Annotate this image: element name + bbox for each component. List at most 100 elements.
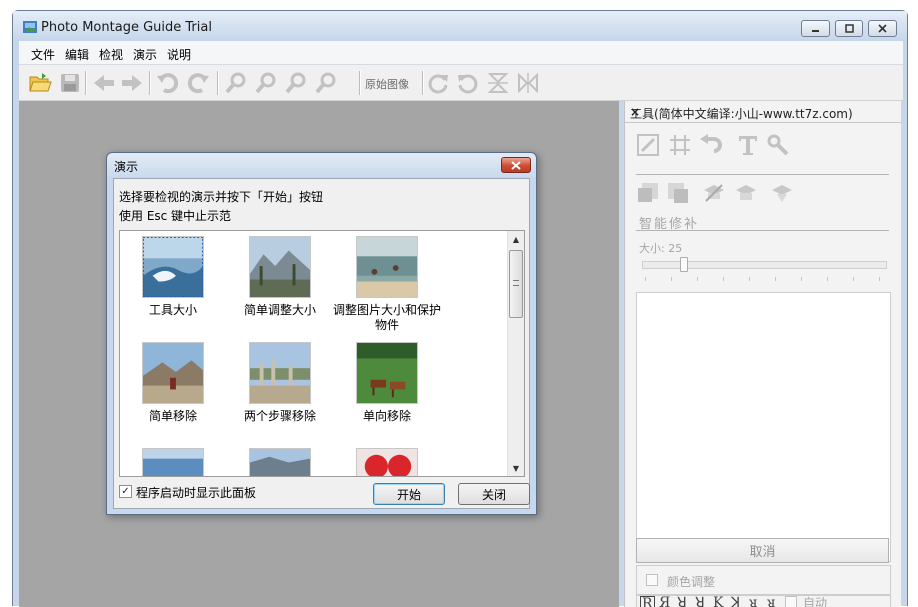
instruction-line-2: 使用 Esc 键中止示范	[119, 209, 232, 223]
mode-mirror-k-icon[interactable]: ꓘ	[731, 596, 740, 607]
window-title: Photo Montage Guide Trial	[41, 20, 212, 35]
toolbar-separator	[217, 71, 218, 95]
close-icon	[878, 24, 887, 33]
demo-dialog-close-button[interactable]	[501, 157, 531, 173]
toolbar: 原始图像	[19, 65, 903, 101]
menu-file[interactable]: 文件	[31, 46, 55, 63]
tools-panel-header: 工具(简体中文编译:小山-www.tt7z.com) ×	[625, 101, 901, 123]
mode-flip-icon[interactable]: ꓤ	[695, 596, 705, 607]
size-label: 大小: 25	[639, 242, 683, 255]
graduate-protect-icon[interactable]	[732, 179, 760, 207]
mode-r-icon[interactable]: R	[640, 596, 655, 607]
minimize-button[interactable]	[801, 20, 830, 37]
demo-item-label: 简单移除	[148, 409, 197, 423]
crop-grid-icon[interactable]	[666, 131, 694, 159]
smart-fill-icon[interactable]	[634, 179, 662, 207]
toolbar-separator	[149, 71, 150, 95]
tools-panel: 工具(简体中文编译:小山-www.tt7z.com) × 智能修补 大小: 25…	[624, 101, 901, 607]
demo-gallery: 工具大小 简单调整大小 调整图片大小和保护物件 简单移除 两个步骤移除 单向移除	[119, 230, 525, 477]
zoom-actual-icon[interactable]	[313, 70, 339, 96]
flip-vertical-icon[interactable]	[485, 70, 511, 96]
open-folder-icon[interactable]	[27, 70, 53, 96]
zoom-fit-icon[interactable]	[283, 70, 309, 96]
mode-rr-icon[interactable]: ᴚ	[749, 596, 757, 607]
demo-thumbnail	[142, 342, 204, 404]
scroll-down-arrow-icon[interactable]: ▼	[508, 460, 524, 476]
demo-thumbnail	[142, 236, 204, 298]
rotate-ccw-icon[interactable]	[455, 70, 481, 96]
demo-dialog-titlebar: 演示	[107, 153, 536, 177]
clone-fill-icon[interactable]	[664, 179, 692, 207]
zoom-in-icon[interactable]	[223, 70, 249, 96]
scroll-grip	[513, 280, 519, 286]
size-slider-thumb[interactable]	[680, 257, 688, 272]
graduate-remove-icon[interactable]	[700, 179, 728, 207]
auto-label: 自动	[803, 596, 828, 607]
show-on-startup-checkbox[interactable]: ✓	[119, 485, 132, 498]
gallery-scrollbar[interactable]: ▲ ▼	[507, 231, 524, 476]
rotate-cw-icon[interactable]	[425, 70, 451, 96]
menu-bar: 文件 编辑 检视 演示 说明	[19, 41, 903, 65]
cancel-button[interactable]: 取消	[636, 538, 889, 563]
demo-thumbnail[interactable]	[249, 448, 311, 477]
show-on-startup-label: 程序启动时显示此面板	[136, 486, 257, 500]
demo-thumbnail	[356, 236, 418, 298]
toolbar-separator	[359, 71, 360, 95]
arrow-left-icon[interactable]	[91, 70, 117, 96]
close-icon	[511, 160, 521, 170]
menu-help[interactable]: 说明	[167, 46, 191, 63]
dialog-close-button[interactable]: 关闭	[458, 483, 530, 505]
mode-mirror-r-icon[interactable]: Я	[659, 596, 670, 607]
demo-item-label: 工具大小	[148, 303, 197, 317]
demo-thumbnail[interactable]	[356, 448, 418, 477]
redo-icon[interactable]	[185, 70, 211, 96]
title-bar: Photo Montage Guide Trial	[13, 11, 907, 41]
demo-item-label: 简单调整大小	[243, 303, 316, 317]
tools-panel-close-button[interactable]: ×	[630, 105, 895, 119]
demo-thumbnail	[249, 236, 311, 298]
zoom-out-icon[interactable]	[253, 70, 279, 96]
menu-view[interactable]: 检视	[99, 46, 123, 63]
scroll-up-arrow-icon[interactable]: ▲	[508, 231, 524, 247]
toolbar-separator	[422, 71, 423, 95]
close-button[interactable]	[868, 20, 897, 37]
maximize-button[interactable]	[835, 20, 863, 37]
toolbar-separator	[85, 71, 86, 95]
brush-preview-area	[636, 292, 891, 562]
scroll-thumb[interactable]	[509, 250, 523, 318]
graduate-brush-icon[interactable]	[768, 179, 796, 207]
app-icon	[23, 21, 37, 33]
mode-rr2-icon[interactable]: ᴚ	[767, 596, 775, 607]
demo-thumbnail[interactable]	[142, 448, 204, 477]
flip-horizontal-icon[interactable]	[515, 70, 541, 96]
demo-dialog-body: 选择要检视的演示并按下「开始」按钮 使用 Esc 键中止示范 工具大小 简单调整…	[113, 178, 530, 509]
color-adjust-checkbox[interactable]	[646, 574, 658, 586]
minimize-icon	[812, 30, 819, 32]
panel-divider	[636, 174, 889, 175]
start-button[interactable]: 开始	[373, 483, 445, 505]
wrench-icon[interactable]	[764, 131, 792, 159]
demo-item-label: 单向移除	[362, 409, 411, 423]
menu-edit[interactable]: 编辑	[65, 46, 89, 63]
undo-icon[interactable]	[155, 70, 181, 96]
menu-demo[interactable]: 演示	[133, 46, 157, 63]
size-slider-track[interactable]	[642, 261, 887, 269]
text-tool-icon[interactable]	[734, 131, 762, 159]
color-adjust-group: 颜色调整	[636, 565, 891, 595]
instruction-line-1: 选择要检视的演示并按下「开始」按钮	[119, 190, 324, 204]
maximize-icon	[844, 24, 854, 33]
auto-checkbox[interactable]	[785, 596, 797, 607]
original-image-button[interactable]: 原始图像	[365, 76, 409, 92]
resize-tool-icon[interactable]	[634, 131, 662, 159]
arrow-right-icon[interactable]	[119, 70, 145, 96]
panel-divider	[636, 230, 889, 231]
demo-dialog: 演示 选择要检视的演示并按下「开始」按钮 使用 Esc 键中止示范 工具大小 简…	[106, 152, 537, 515]
demo-item-label: 调整图片大小和保护物件	[332, 303, 441, 332]
demo-dialog-title: 演示	[114, 160, 139, 174]
demo-item-label: 两个步骤移除	[243, 409, 316, 423]
demo-thumbnail	[249, 342, 311, 404]
undo-step-icon[interactable]	[696, 131, 724, 159]
mode-k-icon[interactable]: K	[713, 596, 723, 607]
save-disk-icon[interactable]	[57, 70, 83, 96]
mode-rotate-icon[interactable]: ꓤ	[677, 596, 687, 607]
